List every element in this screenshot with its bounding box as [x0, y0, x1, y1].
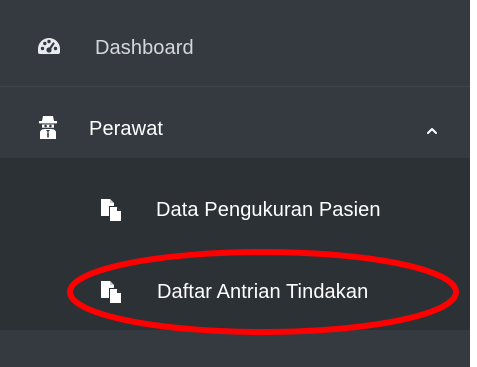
- tachometer-icon: [36, 36, 62, 58]
- divider: [0, 86, 470, 87]
- sidebar-item-label: Perawat: [89, 118, 164, 140]
- user-secret-icon: [38, 114, 58, 140]
- sidebar-item-dashboard[interactable]: Dashboard: [0, 22, 470, 74]
- chevron-up-icon[interactable]: [425, 121, 439, 135]
- sidebar-subitem-label: Daftar Antrian Tindakan: [157, 281, 369, 303]
- perawat-submenu: Data Pengukuran Pasien Daftar Antrian Ti…: [0, 158, 470, 330]
- screen: Dashboard Perawat Data Pengukuran Pasien…: [0, 0, 477, 367]
- copy-icon: [100, 198, 122, 222]
- sidebar-subitem-daftar-antrian-tindakan[interactable]: Daftar Antrian Tindakan: [0, 266, 470, 322]
- sidebar: Dashboard Perawat Data Pengukuran Pasien…: [0, 0, 470, 367]
- sidebar-item-label: Dashboard: [95, 37, 194, 59]
- sidebar-subitem-data-pengukuran-pasien[interactable]: Data Pengukuran Pasien: [0, 184, 470, 240]
- sidebar-item-perawat[interactable]: Perawat: [0, 104, 470, 156]
- copy-icon: [100, 280, 122, 304]
- sidebar-subitem-label: Data Pengukuran Pasien: [156, 199, 381, 221]
